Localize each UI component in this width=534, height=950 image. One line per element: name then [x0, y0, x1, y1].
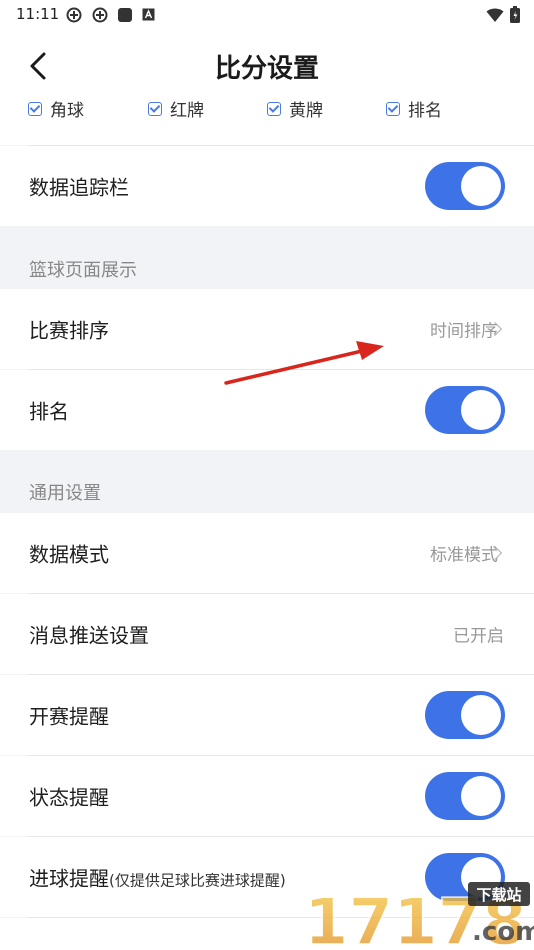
watermark-badge: 下载站	[476, 886, 521, 904]
watermark-logo: 17178 下载站 .com	[303, 882, 534, 950]
annotation-arrow	[224, 341, 384, 385]
watermark-domain: .com	[472, 917, 534, 947]
